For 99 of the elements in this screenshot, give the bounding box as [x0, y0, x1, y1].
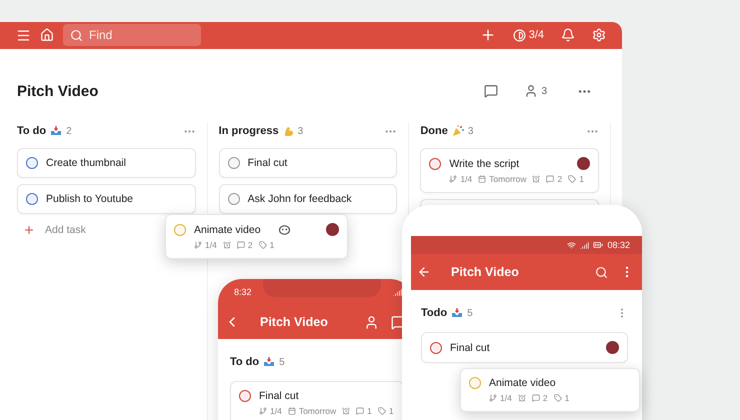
alarm-clock-icon — [518, 394, 526, 402]
screen-title: Pitch Video — [259, 315, 329, 329]
task-card[interactable]: Final cut — [421, 332, 628, 363]
home-icon[interactable] — [40, 28, 54, 42]
signal-icon — [580, 240, 590, 250]
branch-icon — [489, 394, 497, 402]
inbox-tray-icon — [263, 357, 276, 367]
task-meta-text: 1/4 — [460, 174, 472, 184]
task-checkbox[interactable] — [429, 158, 442, 170]
task-meta-text: Tomorrow — [489, 174, 526, 184]
task-checkbox[interactable] — [469, 377, 481, 389]
inbox-tray-icon — [451, 308, 464, 318]
alarm-clock-icon — [532, 175, 540, 183]
calendar-icon — [478, 175, 486, 183]
task-checkbox[interactable] — [239, 390, 251, 402]
bell-icon[interactable] — [561, 28, 575, 42]
task-name: Write the script — [449, 158, 520, 170]
tag-icon — [258, 241, 267, 249]
project-title: Pitch Video — [17, 82, 100, 100]
task-name: Publish to Youtube — [46, 193, 134, 205]
task-card[interactable]: Ask John for feedback — [218, 184, 398, 214]
task-count: 5 — [279, 356, 285, 368]
task-checkbox[interactable] — [228, 193, 240, 205]
menu-icon[interactable] — [16, 28, 31, 43]
comment-icon[interactable] — [484, 84, 498, 98]
contrast-icon[interactable] — [512, 28, 526, 42]
task-card[interactable]: Animate video 1/4 2 1 — [460, 368, 640, 412]
task-meta-text: Tomorrow — [298, 406, 336, 416]
task-card[interactable]: Final cut 1/4 Tomorrow 1 1 — [230, 381, 404, 420]
status-time: 8:32 — [234, 287, 252, 297]
tag-icon — [554, 394, 562, 402]
task-count: 3 — [298, 126, 304, 136]
search-icon[interactable] — [595, 266, 608, 278]
task-meta-text: 1 — [564, 393, 570, 403]
column-title: To do — [17, 125, 46, 137]
comment-icon — [356, 407, 364, 415]
plus-icon — [23, 224, 35, 236]
add-task-button[interactable]: Add task — [17, 220, 92, 240]
member-count: 3 — [541, 86, 547, 97]
task-checkbox[interactable] — [430, 342, 442, 354]
task-count: 3 — [468, 126, 474, 136]
branch-icon — [259, 407, 267, 415]
flexed-arm-icon — [282, 125, 294, 137]
task-name: Final cut — [259, 390, 300, 402]
task-checkbox[interactable] — [26, 193, 38, 205]
task-checkbox[interactable] — [228, 157, 240, 169]
task-card[interactable]: Write the script 1/4 Tomorrow 2 1 — [420, 148, 600, 193]
section-title: Todo — [421, 307, 448, 319]
party-popper-icon — [452, 125, 464, 137]
task-name: Animate video — [194, 224, 262, 236]
tag-icon — [568, 175, 576, 183]
column-title: In progress — [218, 125, 279, 137]
wifi-icon — [567, 240, 576, 250]
task-meta-text: 2 — [557, 174, 562, 184]
column-title: Done — [420, 125, 448, 137]
task-name: Final cut — [450, 342, 491, 354]
tag-icon — [378, 407, 386, 415]
alarm-clock-icon — [342, 407, 350, 415]
task-meta-text: 1 — [270, 240, 274, 250]
task-card[interactable]: Publish to Youtube — [17, 184, 196, 214]
task-checkbox[interactable] — [174, 224, 186, 236]
task-card[interactable]: Final cut — [218, 148, 398, 178]
task-name: Create thumbnail — [46, 157, 127, 169]
task-meta-text: 1 — [579, 174, 584, 184]
task-card[interactable]: Create thumbnail — [17, 148, 196, 178]
task-meta-text: 1/4 — [500, 393, 512, 403]
comment-icon — [532, 394, 540, 402]
task-name: Final cut — [248, 157, 288, 169]
person-icon[interactable] — [524, 84, 538, 98]
person-icon[interactable] — [364, 314, 379, 330]
task-name: Animate video — [489, 377, 557, 389]
search-icon — [70, 28, 83, 42]
task-name: Ask John for feedback — [248, 193, 353, 205]
status-time: 08:32 — [607, 240, 630, 250]
settings-icon[interactable] — [592, 28, 606, 42]
task-card[interactable]: Animate video 1/4 2 1 — [165, 214, 348, 259]
inbox-tray-icon — [50, 126, 62, 136]
comment-icon — [236, 241, 245, 249]
search-input[interactable]: Find — [89, 28, 189, 42]
screen-title: Pitch Video — [450, 265, 520, 279]
search-field[interactable]: Find — [63, 24, 201, 46]
task-meta-text: 1 — [367, 406, 372, 416]
branch-icon — [194, 241, 202, 249]
task-meta-text: 1/4 — [270, 406, 282, 416]
task-count: 2 — [66, 126, 72, 136]
task-meta-text: 2 — [542, 393, 548, 403]
task-meta-text: 2 — [248, 240, 253, 250]
task-checkbox[interactable] — [26, 157, 38, 169]
karma-count: 3/4 — [528, 29, 544, 42]
branch-icon — [449, 175, 458, 183]
calendar-icon — [288, 407, 296, 415]
alarm-clock-icon — [222, 241, 231, 249]
task-meta-text: 1 — [388, 406, 394, 416]
task-meta-text: 1/4 — [205, 240, 217, 250]
task-count: 5 — [467, 308, 473, 318]
comment-icon — [546, 175, 554, 183]
battery-icon — [593, 240, 604, 250]
section-title: To do — [230, 356, 260, 368]
back-icon[interactable] — [417, 265, 431, 279]
